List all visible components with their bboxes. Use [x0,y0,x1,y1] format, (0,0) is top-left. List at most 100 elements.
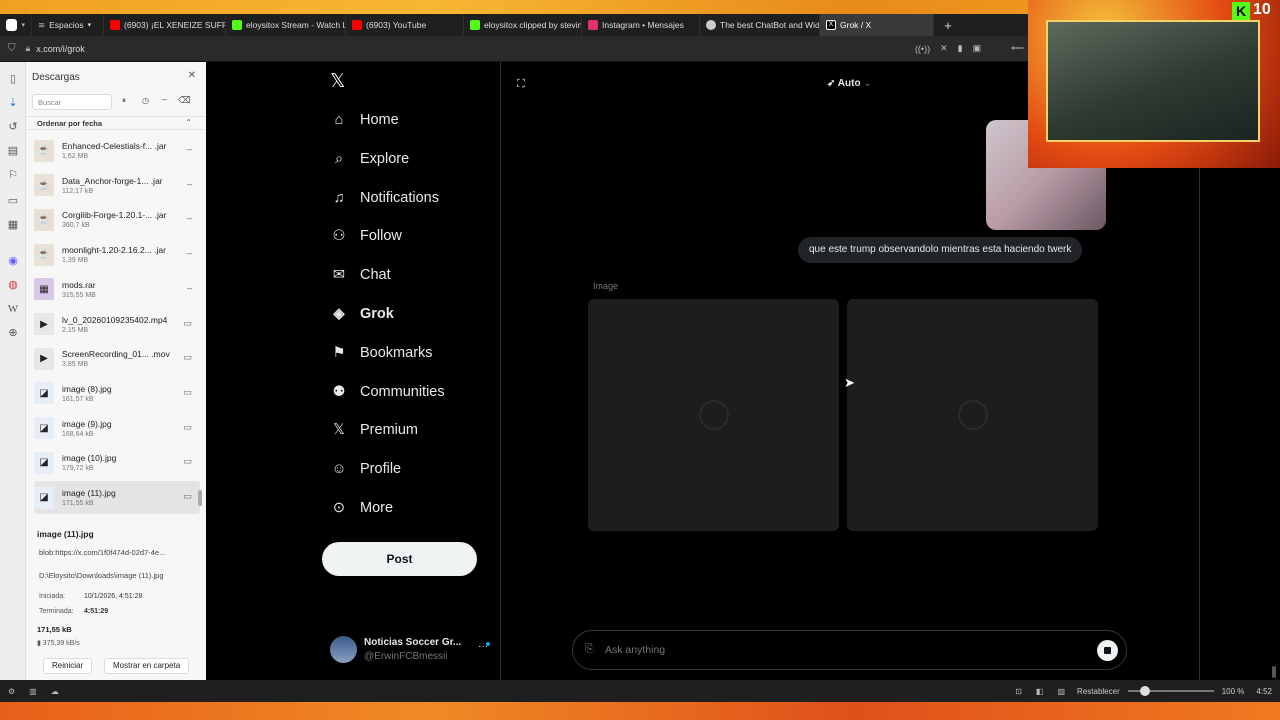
remove-icon[interactable]: – [187,213,192,223]
bookmarks-panel-icon[interactable]: ▯ [6,72,20,86]
open-folder-icon[interactable]: ▭ [183,422,192,433]
notes-icon[interactable]: ▤ [6,144,20,158]
zoom-slider-thumb[interactable] [1139,686,1150,696]
tab-youtube-2[interactable]: (6903) YouTube [346,14,464,36]
nav-item-grok[interactable]: ◈ Grok [330,299,393,329]
remove-icon[interactable]: – [187,144,192,154]
history-icon[interactable]: ↺ [6,120,20,134]
tab-chatbot[interactable]: The best ChatBot and Wid [700,14,820,36]
download-item[interactable]: ☕ Data_Anchor-forge-1... .jar 112,17 kB – [34,169,200,202]
settings-icon[interactable]: ⚙ [8,687,15,696]
detail-blob-url[interactable]: blob:https://x.com/1f0f474d-02d7-4e... [39,548,199,557]
attach-icon[interactable]: ⎘ [585,643,594,656]
download-item[interactable]: ☕ moonlight-1.20-2.16.2... .jar 1,39 MB – [34,238,200,271]
download-item[interactable]: ◪ image (11).jpg 171,55 kB ▭ [34,481,200,514]
nav-item-communities[interactable]: ⚉ Communities [330,377,445,407]
zoom-slider[interactable] [1127,686,1214,696]
vivaldi-social-icon[interactable]: ◍ [6,278,20,292]
downloads-panel-icon[interactable]: ⇣ [6,96,20,110]
wikipedia-icon[interactable]: W [6,302,20,316]
restart-button[interactable]: Reiniciar [43,658,93,674]
tab-label: Grok / X [840,20,872,30]
sort-header[interactable]: Ordenar por fecha ⌃ [26,116,206,130]
clear-icon[interactable]: ⌫ [178,95,191,106]
nav-item-chat[interactable]: ✉ Chat [330,260,391,290]
download-item[interactable]: ▶ lv_0_20260109235402.mp4 2,15 MB ▭ [34,308,200,341]
open-folder-icon[interactable]: ▭ [183,387,192,398]
scrollbar-thumb[interactable] [198,490,202,506]
download-item[interactable]: ☕ Enhanced-Celestials-f... .jar 1,62 MB – [34,134,200,167]
x-logo-icon[interactable]: 𝕏 [330,72,350,92]
page-scrollbar[interactable] [1272,666,1276,678]
downloads-search-input[interactable]: Buscar [32,94,112,110]
nav-item-explore[interactable]: ⌕ Explore [330,144,409,174]
download-size: 360,7 kB [62,222,90,230]
reading-list-icon[interactable]: ▦ [6,218,20,232]
tab-instagram[interactable]: Instagram • Mensajes [582,14,700,36]
panel-toggle-icon[interactable]: ▣ [973,43,982,54]
broadcast-icon[interactable]: ((•)) [915,44,930,54]
pause-icon[interactable]: ⏸ [122,96,126,106]
nav-item-bookmarks[interactable]: ⚑ Bookmarks [330,338,433,368]
nav-label: Explore [360,150,410,167]
minus-icon[interactable]: – [162,94,167,104]
tiling-icon[interactable]: ◧ [1036,687,1044,696]
download-item[interactable]: ◪ image (9).jpg 168,64 kB ▭ [34,412,200,445]
bookmark-icon[interactable]: ▮ [958,43,963,54]
nav-item-more[interactable]: ⊙ More [330,493,393,523]
tab-kick-stream[interactable]: eloysitox Stream - Watch Li [226,14,346,36]
remove-icon[interactable]: – [187,283,192,293]
capture-icon[interactable]: ⊡ [1015,687,1022,696]
mode-selector[interactable]: ➶ Auto ⌄ [827,78,872,89]
remove-icon[interactable]: – [187,179,192,189]
tab-kick-clip[interactable]: eloysitox clipped by stevinl [464,14,582,36]
detail-path[interactable]: D:\Eloysito\Downloads\image (11).jpg [39,571,164,580]
clock-icon[interactable]: ◷ [142,96,149,105]
close-icon[interactable]: ✕ [188,70,196,81]
translate-panel-icon[interactable]: ⚐ [6,168,20,182]
generated-image-placeholder[interactable] [588,299,839,531]
tab-grok[interactable]: X Grok / X [820,14,934,36]
download-item[interactable]: ▶ ScreenRecording_01... .mov 3,85 MB ▭ [34,342,200,375]
ask-input[interactable]: ⎘ Ask anything [572,630,1127,670]
downloads-scrollbar[interactable] [198,142,202,512]
shield-icon[interactable]: ⛉ [8,43,16,54]
back-icon[interactable]: ⟵ [1011,43,1024,54]
translate-icon[interactable]: ✕ [940,43,948,54]
show-in-folder-button[interactable]: Mostrar en carpeta [104,658,190,674]
download-item[interactable]: ◪ image (8).jpg 161,57 kB ▭ [34,377,200,410]
nav-label: Follow [360,228,402,245]
tab-workspaces[interactable]: ≋ Espacios ▾ [32,14,104,36]
url-field[interactable]: x.com/i/grok [36,44,85,54]
nav-item-follow[interactable]: ⚇ Follow [330,221,402,251]
nav-item-notifications[interactable]: ♫ Notifications [330,183,439,213]
remove-icon[interactable]: – [187,248,192,258]
open-folder-icon[interactable]: ▭ [183,318,192,329]
panel-icon[interactable]: ▥ [29,687,37,696]
nav-item-profile[interactable]: ☺ Profile [330,454,402,484]
nav-item-premium[interactable]: 𝕏 Premium [330,415,418,445]
download-item[interactable]: ☕ Corgilib-Forge-1.20.1-... .jar 360,7 kB – [34,203,200,236]
mastodon-icon[interactable]: ◉ [6,254,20,268]
tab-youtube-1[interactable]: (6903) ¡EL XENEIZE SUFRIÓ [104,14,226,36]
window-panel-icon[interactable]: ▭ [6,194,20,208]
post-button[interactable]: Post [322,542,477,576]
add-panel-icon[interactable]: ⊕ [6,326,20,340]
zoom-reset-button[interactable]: Restablecer [1077,687,1120,696]
expand-icon[interactable]: ⛶ [517,78,525,91]
account-switcher[interactable]: Noticias Soccer Gr... @ErwinFCBmessii ··… [330,636,490,666]
lock-icon[interactable]: 🔒︎ [26,43,31,54]
open-folder-icon[interactable]: ▭ [183,491,192,502]
nav-item-home[interactable]: ⌂ Home [330,105,399,135]
open-folder-icon[interactable]: ▭ [183,456,192,467]
download-item[interactable]: ◪ image (10).jpg 179,72 kB ▭ [34,446,200,479]
vivaldi-menu-button[interactable]: ▾ [0,14,32,36]
image-toggle-icon[interactable]: ▨ [1057,687,1065,696]
cloud-icon[interactable]: ☁ [51,687,59,696]
generated-image-placeholder[interactable] [847,299,1098,531]
download-item[interactable]: ▦ mods.rar 315,55 MB – [34,273,200,306]
new-tab-button[interactable]: + [934,14,962,36]
download-filename: moonlight-1.20-2.16.2... .jar [62,245,166,256]
open-folder-icon[interactable]: ▭ [183,352,192,363]
stop-button[interactable] [1097,640,1118,661]
